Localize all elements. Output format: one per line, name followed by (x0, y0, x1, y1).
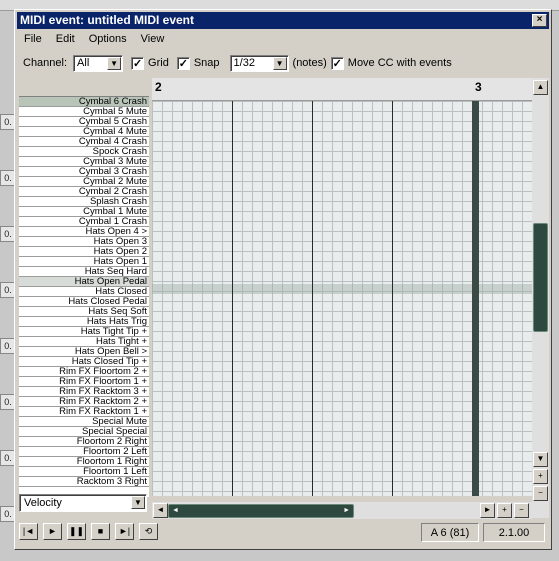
bar-number-2: 2 (155, 80, 162, 94)
loop-icon[interactable]: ⟲ (139, 523, 158, 540)
note-name-row[interactable]: Floortom 1 Left (19, 467, 149, 477)
note-name-row[interactable]: Rim FX Floortom 2 + (19, 367, 149, 377)
vertical-scrollbar[interactable]: ▲ ▼ + − (532, 78, 549, 518)
snap-label: Snap (193, 57, 220, 69)
note-name-row[interactable]: Hats Hats Trig (19, 317, 149, 327)
note-name-row[interactable]: Hats Open 2 (19, 247, 149, 257)
transport-bar: |◄ ► ❚❚ ■ ►| ⟲ (19, 523, 158, 540)
note-name-row[interactable]: Cymbal 2 Mute (19, 177, 149, 187)
note-name-row[interactable]: Floortom 2 Left (19, 447, 149, 457)
note-name-row[interactable]: Hats Open 3 (19, 237, 149, 247)
play-icon[interactable]: ► (43, 523, 62, 540)
stop-icon[interactable]: ■ (91, 523, 110, 540)
beat-line (312, 101, 313, 496)
note-name-row[interactable]: Hats Open Bell > (19, 347, 149, 357)
grid-checkbox[interactable]: ✓ (131, 56, 145, 70)
move-cc-label: Move CC with events (347, 57, 452, 69)
position-status: 2.1.00 (483, 523, 545, 542)
hzoom-in-icon[interactable]: + (497, 503, 512, 518)
note-name-row[interactable]: Rim FX Racktom 2 + (19, 397, 149, 407)
chevron-down-icon[interactable]: ▼ (107, 56, 122, 70)
note-name-row[interactable]: Cymbal 6 Crash (19, 97, 149, 107)
horizontal-scrollbar[interactable]: ◄ ◄ ► ► + − (152, 502, 532, 519)
grid-label: Grid (148, 57, 169, 69)
note-name-row[interactable]: Hats Seq Hard (19, 267, 149, 277)
menu-options[interactable]: Options (82, 30, 134, 48)
cc-lane-select[interactable]: Velocity ▼ (19, 494, 147, 512)
snap-checkbox[interactable]: ✓ (176, 56, 190, 70)
bar-number-3: 3 (475, 80, 482, 94)
note-name-row[interactable]: Cymbal 4 Crash (19, 137, 149, 147)
note-name-row[interactable]: Floortom 1 Right (19, 457, 149, 467)
note-name-row[interactable]: Hats Open 4 > (19, 227, 149, 237)
division-value: 1/32 (233, 56, 255, 69)
note-name-row[interactable]: Rim FX Racktom 1 + (19, 407, 149, 417)
note-name-row[interactable]: Racktom 3 Right (19, 477, 149, 487)
scroll-right-icon[interactable]: ► (480, 503, 495, 518)
note-name-row[interactable]: Rim FX Racktom 3 + (19, 387, 149, 397)
zoom-in-icon[interactable]: + (533, 469, 548, 484)
note-name-row[interactable]: Splash Crash (19, 197, 149, 207)
scroll-left-icon[interactable]: ◄ (153, 503, 168, 518)
pause-icon[interactable]: ❚❚ (67, 523, 86, 540)
note-name-row[interactable]: Spock Crash (19, 147, 149, 157)
midi-editor-window: MIDI event: untitled MIDI event × File E… (14, 9, 552, 550)
note-name-row[interactable]: Special Mute (19, 417, 149, 427)
note-name-row[interactable]: Hats Closed Pedal (19, 297, 149, 307)
note-name-row[interactable]: Cymbal 3 Crash (19, 167, 149, 177)
horizontal-scroll-thumb[interactable]: ◄ ► (168, 504, 354, 518)
bar-line (472, 101, 479, 496)
cc-lane-value: Velocity (24, 497, 62, 509)
note-name-row[interactable]: Hats Closed Tip + (19, 357, 149, 367)
hzoom-out-icon[interactable]: − (514, 503, 529, 518)
toolbar: Channel: All ▼ ✓ Grid ✓ Snap 1/32 ▼ (not… (17, 51, 549, 75)
menu-edit[interactable]: Edit (49, 30, 82, 48)
note-name-row[interactable]: Cymbal 3 Mute (19, 157, 149, 167)
vertical-scroll-thumb[interactable] (533, 223, 548, 332)
division-select[interactable]: 1/32 ▼ (229, 54, 289, 72)
forward-icon[interactable]: ►| (115, 523, 134, 540)
piano-roll-grid[interactable] (152, 101, 532, 496)
note-name-row[interactable]: Cymbal 2 Crash (19, 187, 149, 197)
beat-line (392, 101, 393, 496)
note-name-row[interactable]: Rim FX Floortom 1 + (19, 377, 149, 387)
menu-file[interactable]: File (17, 30, 49, 48)
menu-bar: File Edit Options View (17, 30, 549, 48)
note-name-row[interactable]: Cymbal 1 Crash (19, 217, 149, 227)
note-status: A 6 (81) (421, 523, 479, 542)
note-name-row[interactable]: Hats Open 1 (19, 257, 149, 267)
note-name-row[interactable]: Special Special (19, 427, 149, 437)
chevron-down-icon[interactable]: ▼ (272, 56, 287, 70)
channel-select[interactable]: All ▼ (73, 54, 124, 72)
title-bar[interactable]: MIDI event: untitled MIDI event × (17, 12, 549, 29)
note-name-row[interactable]: Cymbal 5 Crash (19, 117, 149, 127)
channel-value: All (77, 56, 90, 69)
channel-label: Channel: (23, 57, 68, 69)
note-name-row[interactable]: Floortom 2 Right (19, 437, 149, 447)
thumb-left-icon: ◄ (172, 507, 179, 514)
scroll-down-icon[interactable]: ▼ (533, 452, 548, 467)
window-title: MIDI event: untitled MIDI event (20, 13, 195, 27)
note-name-row[interactable]: Hats Open Pedal (19, 277, 149, 287)
note-name-row[interactable]: Hats Closed (19, 287, 149, 297)
note-name-row[interactable]: Hats Tight Tip + (19, 327, 149, 337)
scroll-up-icon[interactable]: ▲ (533, 80, 548, 95)
note-name-row[interactable]: Cymbal 4 Mute (19, 127, 149, 137)
menu-view[interactable]: View (134, 30, 172, 48)
note-name-row[interactable]: Cymbal 5 Mute (19, 107, 149, 117)
beat-line (232, 101, 233, 496)
close-button[interactable]: × (532, 14, 547, 27)
thumb-right-icon: ► (343, 507, 350, 514)
zoom-out-icon[interactable]: − (533, 486, 548, 501)
move-cc-checkbox[interactable]: ✓ (330, 56, 344, 70)
note-name-list: Cymbal 6 Crash Cymbal 5 Mute Cymbal 5 Cras… (19, 96, 149, 497)
rewind-icon[interactable]: |◄ (19, 523, 38, 540)
note-name-row[interactable]: Hats Seq Soft (19, 307, 149, 317)
chevron-down-icon[interactable]: ▼ (131, 496, 145, 509)
note-name-row[interactable]: Cymbal 1 Mute (19, 207, 149, 217)
note-name-row[interactable]: Hats Tight + (19, 337, 149, 347)
notes-label: (notes) (292, 57, 327, 69)
timeline-ruler[interactable]: 2 3 (152, 78, 532, 101)
